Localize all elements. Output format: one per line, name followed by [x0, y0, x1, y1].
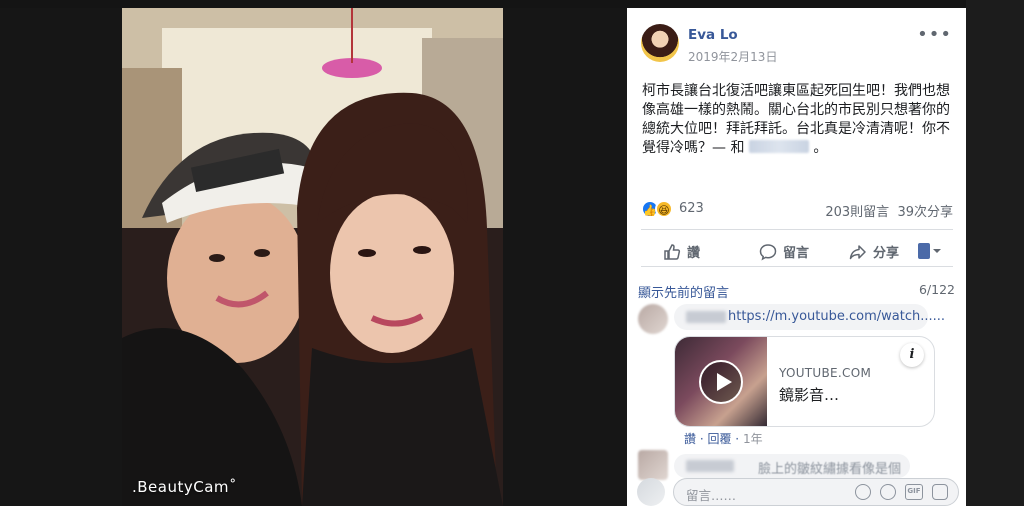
post-stats: 203則留言 39次分享 — [825, 201, 953, 220]
post-date[interactable]: 2019年2月13日 — [688, 48, 777, 65]
post-body: 柯市長讓台北復活吧讓東區起死回生吧！我們也想像高雄一樣的熱鬧。關心台北的市民別只… — [642, 82, 954, 158]
comment-meta: 讚 · 回覆 · 1年 — [684, 432, 763, 446]
thumbs-up-icon — [664, 243, 681, 260]
post-header: Eva Lo 2019年2月13日 ••• — [627, 8, 966, 68]
post-photo[interactable]: .BeautyCam˚ — [122, 8, 503, 506]
like-button[interactable]: 讚 — [663, 242, 700, 261]
video-thumbnail[interactable] — [675, 337, 767, 426]
comment-placeholder: 留言…… — [686, 488, 737, 503]
author-avatar[interactable] — [641, 24, 679, 62]
share-button[interactable]: 分享 — [849, 242, 899, 261]
link-preview-card[interactable]: YOUTUBE.COM 鏡影音… i — [674, 336, 935, 427]
comments-section: 顯示先前的留言 6/122 https://m.youtube.com/watc… — [627, 268, 966, 506]
share-icon — [849, 244, 866, 259]
link-site: YOUTUBE.COM — [779, 366, 872, 380]
commenter-name-blurred[interactable] — [686, 460, 734, 472]
haha-reaction-icon[interactable]: 😆 — [655, 200, 673, 218]
composer-icons: GIF — [855, 484, 948, 500]
gif-icon[interactable]: GIF — [905, 484, 923, 500]
react-as-selector[interactable] — [917, 242, 941, 260]
divider — [641, 229, 953, 230]
share-label: 分享 — [873, 246, 900, 261]
comment-link[interactable]: https://m.youtube.com/watch...... — [728, 309, 945, 324]
tagged-user-blurred[interactable] — [748, 140, 809, 153]
right-edge — [966, 0, 1024, 506]
comment-bubble: 臉上的皺紋繡據看像是個倉文 — [674, 454, 910, 496]
comment-reply-link[interactable]: 回覆 — [707, 432, 731, 446]
commenter-name-blurred[interactable] — [686, 311, 726, 323]
like-label: 讚 — [687, 246, 701, 261]
photo-illustration — [122, 8, 503, 506]
sticker-icon[interactable] — [932, 484, 948, 500]
comment-time[interactable]: 1年 — [743, 432, 763, 446]
author-name[interactable]: Eva Lo — [688, 27, 738, 43]
top-bar — [0, 0, 1024, 8]
comment-count[interactable]: 203則留言 — [825, 205, 889, 220]
comment-like-link[interactable]: 讚 — [684, 432, 696, 446]
play-icon[interactable] — [699, 360, 743, 404]
emoji-icon[interactable] — [855, 484, 871, 500]
reaction-count[interactable]: 623 — [679, 201, 704, 216]
divider — [641, 266, 953, 267]
comments-counter: 6/122 — [918, 282, 955, 297]
more-horizontal-icon[interactable]: ••• — [917, 24, 952, 45]
comment-bubble: https://m.youtube.com/watch...... — [674, 304, 945, 330]
comment-input[interactable]: 留言…… GIF — [673, 478, 959, 506]
link-title[interactable]: 鏡影音… — [779, 384, 839, 405]
comment-composer: 留言…… GIF — [627, 478, 966, 506]
beautycam-watermark: .BeautyCam˚ — [132, 478, 238, 496]
comment-button[interactable]: 留言 — [759, 242, 809, 261]
post-actions: 讚 留言 分享 — [641, 234, 953, 268]
photo-viewer: .BeautyCam˚ Eva Lo 2019年2月13日 ••• 柯市長讓台北… — [0, 0, 1024, 506]
commenter-avatar[interactable] — [638, 304, 668, 334]
comment-label: 留言 — [783, 246, 810, 261]
camera-icon[interactable] — [880, 484, 896, 500]
share-count[interactable]: 39次分享 — [897, 205, 953, 220]
reaction-summary: 👍 😆 623 203則留言 39次分享 — [641, 200, 953, 220]
comment-icon — [759, 243, 777, 260]
viewer-avatar — [637, 478, 665, 506]
post-panel: Eva Lo 2019年2月13日 ••• 柯市長讓台北復活吧讓東區起死回生吧！… — [627, 8, 966, 506]
show-previous-comments-link[interactable]: 顯示先前的留言 — [638, 282, 729, 301]
page-avatar-dropdown-icon — [918, 243, 941, 259]
post-body-end: 。 — [813, 140, 828, 156]
info-icon[interactable]: i — [900, 343, 924, 367]
commenter-avatar[interactable] — [638, 450, 668, 480]
